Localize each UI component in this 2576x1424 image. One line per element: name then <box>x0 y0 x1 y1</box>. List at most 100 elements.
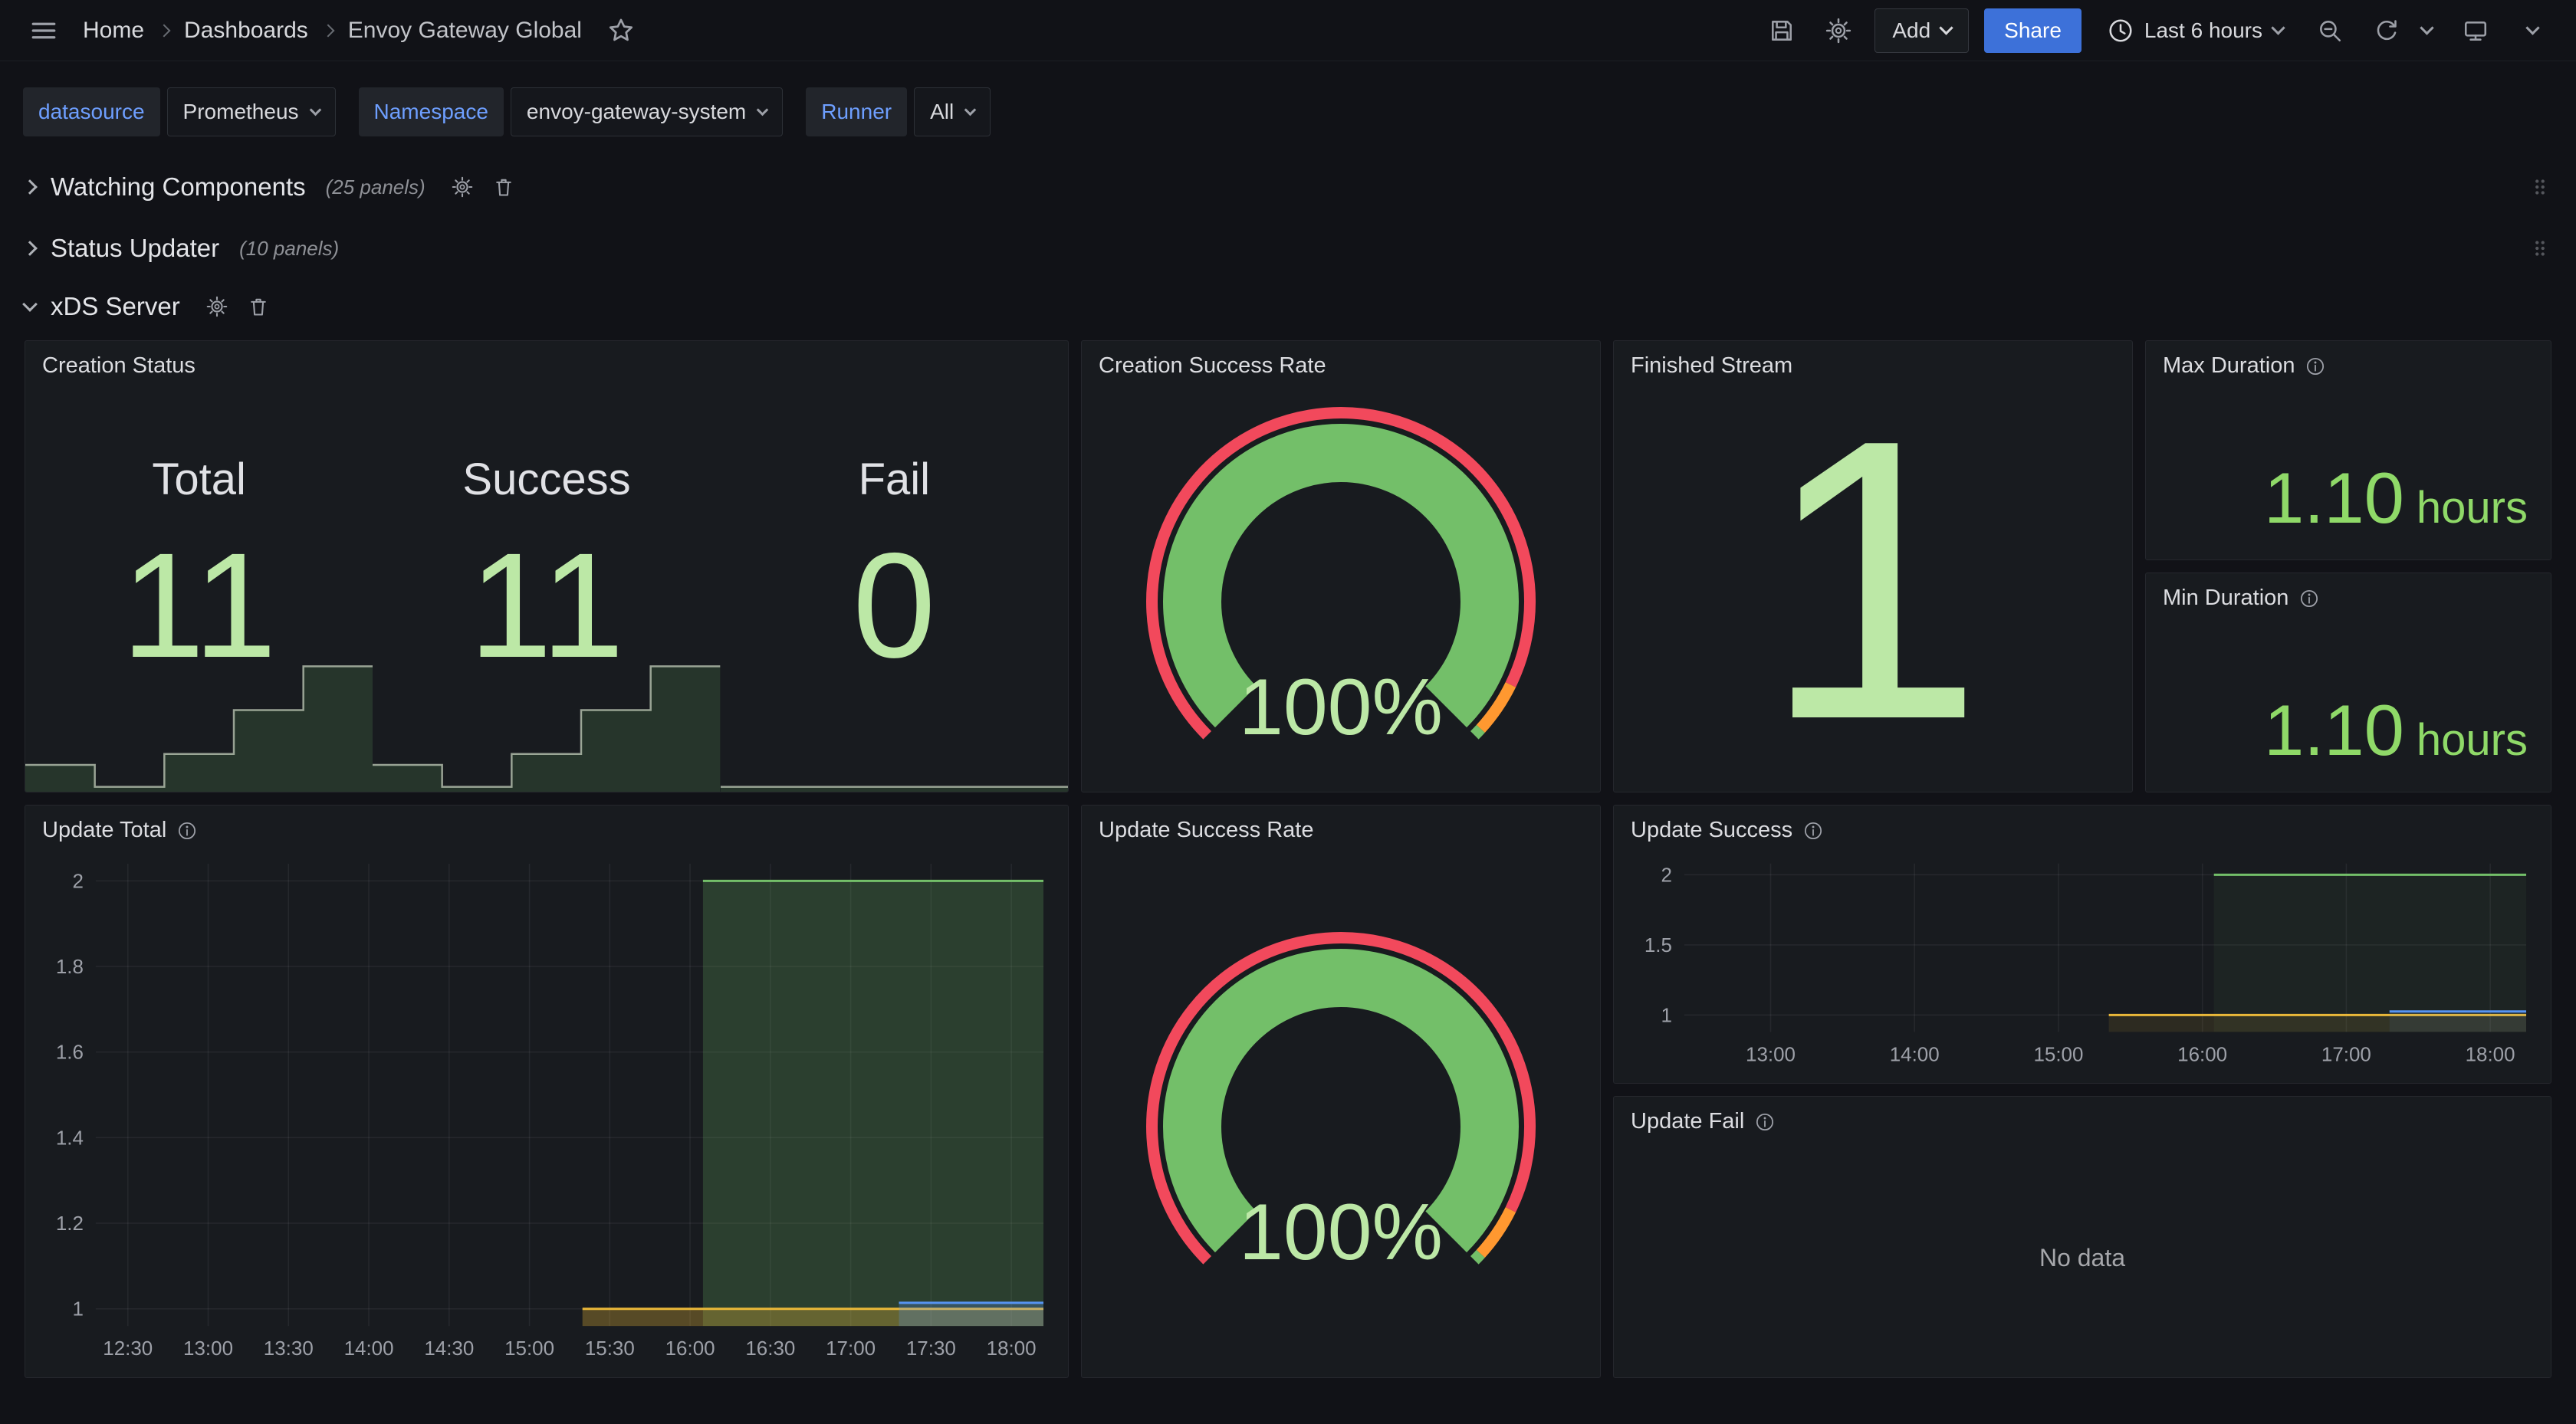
stat-label: Total <box>152 454 246 505</box>
panel-update-success-rate: Update Success Rate 100% <box>1081 805 1601 1378</box>
svg-text:1.8: 1.8 <box>56 955 84 978</box>
stat-sparkline <box>721 661 1068 792</box>
gear-icon <box>452 176 473 198</box>
row-panel-count: (25 panels) <box>326 176 426 199</box>
variable-datasource-label: datasource <box>23 87 160 136</box>
stat-fail: Fail 0 <box>721 383 1068 792</box>
top-nav: Home Dashboards Envoy Gateway Global Add… <box>0 0 2576 61</box>
svg-text:18:00: 18:00 <box>987 1337 1037 1360</box>
info-icon[interactable] <box>177 821 197 841</box>
star-icon <box>607 17 635 44</box>
variable-namespace-value[interactable]: envoy-gateway-system <box>511 87 783 136</box>
panel-title[interactable]: Creation Success Rate <box>1099 353 1326 379</box>
update-total-chart[interactable]: 11.21.41.61.8212:3013:0013:3014:0014:301… <box>36 851 1057 1370</box>
panel-update-fail: Update Fail No data <box>1613 1096 2551 1378</box>
zoom-out-icon <box>2317 18 2343 44</box>
duration-panel-stack: Max Duration 1.10 hours Min Duration <box>2145 340 2551 792</box>
panel-title[interactable]: Max Duration <box>2163 353 2295 379</box>
stat-label: Success <box>462 454 630 505</box>
variable-datasource-value[interactable]: Prometheus <box>167 87 336 136</box>
trash-icon <box>248 296 269 317</box>
row-title: xDS Server <box>51 292 180 321</box>
svg-text:12:30: 12:30 <box>103 1337 153 1360</box>
row-status-updater[interactable]: Status Updater (10 panels) <box>25 227 2551 270</box>
dashboard-variables: datasource Prometheus Namespace envoy-ga… <box>0 61 2576 136</box>
svg-text:1: 1 <box>1661 1005 1671 1026</box>
panel-title[interactable]: Update Total <box>42 818 166 843</box>
refresh-button[interactable] <box>2366 10 2407 51</box>
gear-icon <box>206 296 228 317</box>
stat-success: Success 11 <box>373 383 720 792</box>
row-watching-components[interactable]: Watching Components (25 panels) <box>25 166 2551 208</box>
panel-max-duration: Max Duration 1.10 hours <box>2145 340 2551 560</box>
svg-text:1: 1 <box>72 1298 83 1321</box>
row-delete-button[interactable] <box>242 290 275 323</box>
panel-title[interactable]: Update Fail <box>1631 1109 1744 1134</box>
info-icon[interactable] <box>1755 1112 1775 1132</box>
row-drag-handle[interactable] <box>2528 237 2551 260</box>
svg-text:13:00: 13:00 <box>183 1337 233 1360</box>
time-range-picker[interactable]: Last 6 hours <box>2097 8 2294 53</box>
dashboard-settings-button[interactable] <box>1818 10 1859 51</box>
panel-title[interactable]: Min Duration <box>2163 586 2288 611</box>
svg-text:18:00: 18:00 <box>2466 1044 2515 1065</box>
row-settings-button[interactable] <box>200 290 234 323</box>
stat-value: 1.10 <box>2264 457 2404 540</box>
svg-text:15:30: 15:30 <box>585 1337 635 1360</box>
row-delete-button[interactable] <box>487 170 521 204</box>
row-drag-handle[interactable] <box>2528 176 2551 199</box>
save-icon <box>1769 18 1795 44</box>
panel-min-duration: Min Duration 1.10 hours <box>2145 573 2551 792</box>
update-success-chart[interactable]: 11.5213:0014:0015:0016:0017:0018:00 <box>1625 851 2540 1075</box>
menu-toggle-button[interactable] <box>23 10 64 51</box>
variable-runner-label: Runner <box>806 87 907 136</box>
gauge-value: 100% <box>1096 662 1586 753</box>
svg-text:14:00: 14:00 <box>1890 1044 1940 1065</box>
breadcrumb-home[interactable]: Home <box>83 18 144 44</box>
svg-text:2: 2 <box>1661 865 1671 886</box>
favorite-button[interactable] <box>600 10 642 51</box>
chevron-down-icon <box>757 103 769 116</box>
breadcrumb-dashboards[interactable]: Dashboards <box>184 18 308 44</box>
svg-text:14:00: 14:00 <box>344 1337 394 1360</box>
stat-label: Fail <box>859 454 930 505</box>
info-icon[interactable] <box>2299 589 2319 609</box>
gauge-value: 100% <box>1096 1187 1586 1278</box>
panel-title[interactable]: Update Success <box>1631 818 1792 843</box>
add-button[interactable]: Add <box>1875 8 1969 53</box>
collapse-nav-button[interactable] <box>2512 10 2553 51</box>
monitor-icon <box>2463 18 2489 44</box>
row-xds-server[interactable]: xDS Server <box>25 285 2551 328</box>
variable-runner-selected: All <box>930 100 954 124</box>
tv-mode-button[interactable] <box>2455 10 2496 51</box>
refresh-group <box>2366 10 2440 51</box>
stat-value: 11 <box>121 531 276 681</box>
svg-text:1.2: 1.2 <box>56 1212 84 1235</box>
panel-title[interactable]: Update Success Rate <box>1099 818 1313 843</box>
variable-runner-value[interactable]: All <box>914 87 991 136</box>
chevron-down-icon <box>964 103 977 116</box>
info-icon[interactable] <box>1803 821 1823 841</box>
chevron-down-icon <box>2420 21 2433 34</box>
save-dashboard-button[interactable] <box>1761 10 1802 51</box>
refresh-interval-button[interactable] <box>2413 10 2440 51</box>
svg-text:16:00: 16:00 <box>665 1337 715 1360</box>
svg-text:15:00: 15:00 <box>2033 1044 2083 1065</box>
stat-unit: hours <box>2417 482 2528 533</box>
panel-creation-status: Creation Status Total 11 Success 11 Fail <box>25 340 1069 792</box>
breadcrumb-separator-icon <box>321 24 334 37</box>
drag-handle-icon <box>2528 237 2551 260</box>
row-title: Status Updater <box>51 234 219 263</box>
row-settings-button[interactable] <box>445 170 479 204</box>
svg-text:17:30: 17:30 <box>906 1337 956 1360</box>
row-chevron-icon <box>22 297 38 312</box>
hamburger-icon <box>28 15 59 46</box>
panel-update-success: Update Success 11.5213:0014:0015:0016:00… <box>1613 805 2551 1084</box>
zoom-out-time-button[interactable] <box>2309 10 2351 51</box>
variable-datasource: datasource Prometheus <box>23 87 336 136</box>
panel-title[interactable]: Creation Status <box>42 353 196 379</box>
info-icon[interactable] <box>2305 356 2325 376</box>
chevron-down-icon <box>2525 21 2539 34</box>
variable-datasource-selected: Prometheus <box>183 100 299 124</box>
share-button[interactable]: Share <box>1984 8 2082 53</box>
